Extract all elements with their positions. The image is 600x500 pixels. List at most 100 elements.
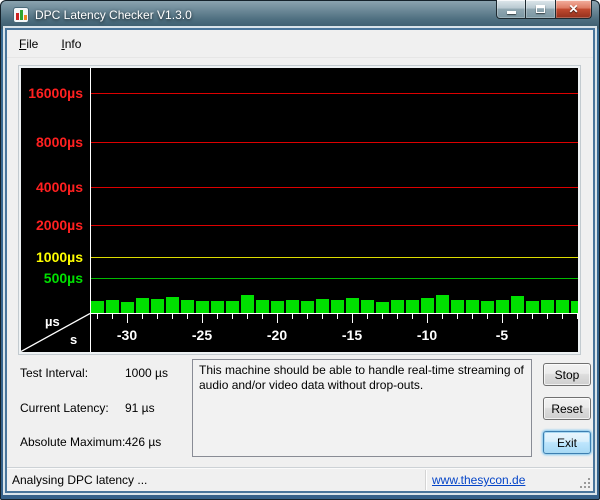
x-tick (367, 314, 368, 319)
latency-bar (511, 296, 524, 313)
y-unit-label: µs (45, 314, 60, 329)
latency-bar (331, 300, 344, 313)
menu-bar: File Info (7, 30, 593, 58)
latency-bar (436, 295, 449, 313)
latency-bar (121, 302, 134, 313)
x-tick (277, 314, 278, 323)
latency-bar (361, 300, 374, 313)
x-tick (487, 314, 488, 319)
reset-button[interactable]: Reset (543, 397, 591, 420)
latency-bar (406, 300, 419, 313)
x-tick (127, 314, 128, 323)
x-tick (262, 314, 263, 319)
latency-bar (466, 300, 479, 313)
stat-label: Absolute Maximum: (20, 435, 125, 449)
x-tick (547, 314, 548, 319)
thesycon-link[interactable]: www.thesycon.de (432, 473, 525, 487)
window-title: DPC Latency Checker V1.3.0 (35, 8, 192, 22)
y-tick-label: 4000µs (21, 180, 83, 194)
x-tick (172, 314, 173, 319)
x-tick (532, 314, 533, 319)
latency-bar (136, 298, 149, 313)
x-tick-label: -25 (177, 327, 227, 343)
stop-button[interactable]: Stop (543, 363, 591, 386)
latency-bar (241, 295, 254, 313)
latency-bar (286, 300, 299, 313)
latency-bar (316, 299, 329, 313)
latency-chart: µs s 16000µs8000µs4000µs2000µs1000µs500µ… (21, 68, 578, 352)
x-tick (247, 314, 248, 319)
axis-unit-corner: µs s (21, 313, 90, 352)
latency-bar (556, 300, 569, 313)
x-tick (307, 314, 308, 319)
stat-test-interval: Test Interval: 1000 µs (20, 366, 190, 382)
latency-bar (526, 301, 539, 313)
y-tick-label: 2000µs (21, 218, 83, 232)
x-tick (457, 314, 458, 319)
x-tick (427, 314, 428, 323)
x-tick (157, 314, 158, 319)
latency-bar (451, 300, 464, 313)
x-tick (217, 314, 218, 319)
latency-bar (166, 297, 179, 313)
exit-button[interactable]: Exit (543, 431, 591, 454)
x-tick (352, 314, 353, 323)
latency-bar (541, 300, 554, 313)
stat-value: 426 µs (125, 435, 161, 449)
latency-bar (376, 302, 389, 313)
x-tick (577, 314, 578, 319)
stat-absolute-maximum: Absolute Maximum: 426 µs (20, 435, 190, 451)
title-bar[interactable]: DPC Latency Checker V1.3.0 ✕ (0, 0, 600, 30)
x-tick (337, 314, 338, 319)
x-tick (562, 314, 563, 319)
latency-chart-frame: µs s 16000µs8000µs4000µs2000µs1000µs500µ… (19, 66, 580, 354)
x-tick (517, 314, 518, 319)
result-text-box: This machine should be able to handle re… (192, 359, 532, 457)
x-tick (232, 314, 233, 319)
latency-bar (571, 301, 578, 313)
x-tick (202, 314, 203, 323)
latency-bar (346, 298, 359, 313)
latency-bar (301, 301, 314, 313)
maximize-button[interactable] (526, 0, 556, 19)
latency-bar (271, 301, 284, 313)
close-button[interactable]: ✕ (556, 0, 592, 19)
minimize-icon (507, 11, 516, 14)
window-controls: ✕ (496, 0, 592, 19)
gridline-2000 (91, 225, 578, 226)
latency-bar (421, 298, 434, 313)
x-tick-label: -10 (402, 327, 452, 343)
gridline-1000 (91, 257, 578, 258)
x-tick (292, 314, 293, 319)
stat-value: 91 µs (125, 401, 155, 415)
x-tick-label: -15 (327, 327, 377, 343)
x-tick (397, 314, 398, 319)
gridline-8000 (91, 142, 578, 143)
minimize-button[interactable] (496, 0, 526, 19)
client-area: File Info µs s 16000µs8000µs4000µs2000µs… (7, 30, 593, 491)
menu-info[interactable]: Info (53, 34, 89, 54)
stat-label: Test Interval: (20, 366, 88, 380)
gridline-16000 (91, 93, 578, 94)
status-message: Analysing DPC latency ... (12, 473, 147, 487)
latency-bar (181, 300, 194, 313)
app-icon (13, 7, 29, 23)
y-tick-label: 500µs (21, 271, 83, 285)
resize-grip-icon[interactable] (578, 476, 591, 489)
latency-bar (496, 300, 509, 313)
x-tick (112, 314, 113, 319)
latency-bar (196, 301, 209, 313)
latency-bar (106, 300, 119, 313)
latency-bar (91, 301, 104, 313)
maximize-icon (536, 5, 545, 13)
x-tick (412, 314, 413, 319)
latency-bars (91, 68, 578, 313)
menu-file[interactable]: File (11, 34, 46, 54)
x-tick-label: -20 (252, 327, 302, 343)
latency-bar (391, 300, 404, 313)
close-icon: ✕ (568, 3, 578, 15)
x-tick (322, 314, 323, 319)
y-tick-label: 16000µs (21, 86, 83, 100)
x-axis-line (90, 313, 578, 314)
latency-bar (211, 301, 224, 313)
